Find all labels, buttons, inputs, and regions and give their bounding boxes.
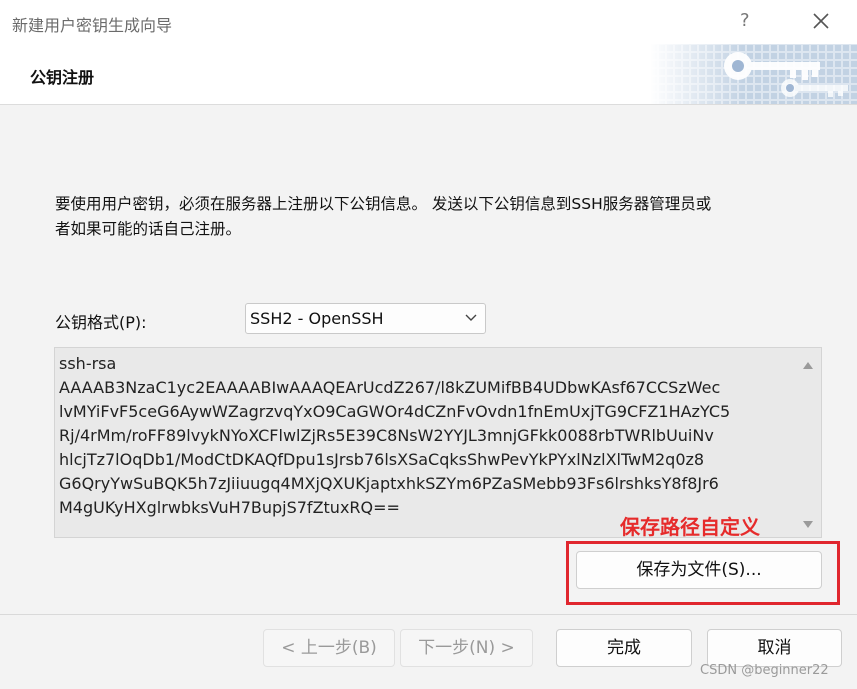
close-button[interactable] — [808, 8, 834, 34]
save-to-file-button[interactable]: 保存为文件(S)... — [576, 551, 822, 589]
footer-divider — [0, 614, 857, 615]
back-button[interactable]: < 上一步(B) — [263, 629, 395, 667]
title-bar: 新建用户密钥生成向导 ? — [0, 0, 857, 44]
page-title: 公钥注册 — [30, 68, 95, 87]
finish-button[interactable]: 完成 — [556, 629, 692, 667]
window-title: 新建用户密钥生成向导 — [12, 16, 173, 35]
public-key-text: ssh-rsa AAAAB3NzaC1yc2EAAAABIwAAAQEArUcd… — [59, 354, 731, 517]
cancel-button[interactable]: 取消 — [707, 629, 842, 667]
annotation-label: 保存路径自定义 — [620, 515, 760, 539]
format-label: 公钥格式(P): — [55, 313, 147, 332]
public-key-textarea[interactable]: ssh-rsa AAAAB3NzaC1yc2EAAAABIwAAAQEArUcd… — [54, 347, 822, 538]
scroll-down-arrow-icon[interactable] — [802, 520, 814, 529]
chevron-down-icon — [465, 314, 477, 321]
help-button[interactable]: ? — [740, 10, 750, 31]
watermark: CSDN @beginner22 — [700, 663, 829, 678]
instruction-text: 要使用用户密钥，必须在服务器上注册以下公钥信息。 发送以下公钥信息到SSH服务器… — [55, 195, 712, 238]
vertical-scrollbar[interactable] — [795, 348, 821, 537]
next-button[interactable]: 下一步(N) > — [400, 629, 533, 667]
keys-icon — [650, 44, 857, 104]
close-icon — [813, 13, 829, 29]
wizard-header: 公钥注册 — [0, 44, 857, 105]
scroll-up-arrow-icon[interactable] — [802, 361, 814, 370]
format-selected-value: SSH2 - OpenSSH — [250, 309, 384, 328]
format-select[interactable]: SSH2 - OpenSSH — [245, 303, 486, 334]
